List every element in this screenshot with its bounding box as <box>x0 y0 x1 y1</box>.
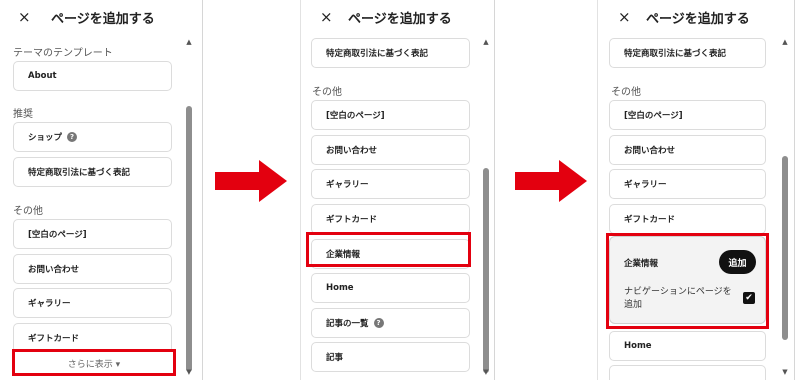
close-icon[interactable]: × <box>320 7 333 27</box>
page-option-label: ショップ <box>28 133 63 143</box>
page-option-giftcard[interactable]: ギフトカード <box>311 204 470 234</box>
section-theme-templates: テーマのテンプレート <box>13 48 113 59</box>
page-option-about[interactable]: About <box>13 61 172 91</box>
page-option-home[interactable]: Home <box>311 273 470 303</box>
scroll-up-icon[interactable]: ▲ <box>482 38 490 46</box>
page-option-commerce-law[interactable]: 特定商取引法に基づく表記 <box>311 38 470 68</box>
page-option-article[interactable]: 記事 <box>311 342 470 372</box>
section-other: その他 <box>611 87 641 98</box>
close-icon[interactable]: × <box>18 7 31 27</box>
highlight-company-info <box>306 232 471 267</box>
panel-title: ページを追加する <box>646 12 750 27</box>
help-icon[interactable]: ? <box>67 132 78 142</box>
show-more-button[interactable]: さらに表示 ▾ <box>12 357 176 370</box>
scrollbar[interactable]: ▲ ▼ <box>482 38 490 376</box>
page-option-next[interactable] <box>609 365 766 380</box>
add-page-panel-step1: × ページを追加する テーマのテンプレート About 推奨 ショップ ? 特定… <box>0 0 203 380</box>
page-option-gallery[interactable]: ギャラリー <box>609 169 766 199</box>
help-icon[interactable]: ? <box>373 318 384 328</box>
arrow-right-icon <box>215 160 287 202</box>
panel-header: × ページを追加する <box>598 0 794 36</box>
scrollbar-thumb[interactable] <box>483 168 489 373</box>
section-recommended: 推奨 <box>13 109 33 120</box>
scrollbar[interactable]: ▲ ▼ <box>781 38 789 376</box>
arrow-right-icon <box>515 160 587 202</box>
page-option-gallery[interactable]: ギャラリー <box>311 169 470 199</box>
page-option-giftcard[interactable]: ギフトカード <box>609 204 766 234</box>
add-page-panel-step3: × ページを追加する 特定商取引法に基づく表記 その他 [空白のページ] お問い… <box>597 0 795 380</box>
page-option-home[interactable]: Home <box>609 331 766 361</box>
add-page-panel-step2: × ページを追加する 特定商取引法に基づく表記 その他 [空白のページ] お問い… <box>300 0 495 380</box>
page-option-contact[interactable]: お問い合わせ <box>13 254 172 284</box>
page-option-contact[interactable]: お問い合わせ <box>609 135 766 165</box>
panel-title: ページを追加する <box>348 12 452 27</box>
page-option-article-list[interactable]: 記事の一覧 ? <box>311 308 470 338</box>
page-option-blank[interactable]: [空白のページ] <box>311 100 470 130</box>
scrollbar[interactable]: ▲ ▼ <box>185 38 193 376</box>
scroll-up-icon[interactable]: ▲ <box>781 38 789 46</box>
highlight-company-info-expanded <box>606 233 769 329</box>
close-icon[interactable]: × <box>618 7 631 27</box>
scroll-down-icon[interactable]: ▼ <box>781 368 789 376</box>
panel-title: ページを追加する <box>51 12 155 27</box>
panel-header: × ページを追加する <box>0 0 202 36</box>
page-option-blank[interactable]: [空白のページ] <box>609 100 766 130</box>
scroll-up-icon[interactable]: ▲ <box>185 38 193 46</box>
section-other: その他 <box>312 87 342 98</box>
panel-header: × ページを追加する <box>301 0 494 36</box>
section-other: その他 <box>13 206 43 217</box>
page-option-blank[interactable]: [空白のページ] <box>13 219 172 249</box>
page-option-contact[interactable]: お問い合わせ <box>311 135 470 165</box>
page-option-shop[interactable]: ショップ ? <box>13 122 172 152</box>
scroll-down-icon[interactable]: ▼ <box>185 368 193 376</box>
page-option-commerce-law[interactable]: 特定商取引法に基づく表記 <box>13 157 172 187</box>
page-option-gallery[interactable]: ギャラリー <box>13 288 172 318</box>
scroll-down-icon[interactable]: ▼ <box>482 368 490 376</box>
page-option-commerce-law[interactable]: 特定商取引法に基づく表記 <box>609 38 766 68</box>
scrollbar-thumb[interactable] <box>186 106 192 372</box>
page-option-label: 記事の一覧 <box>326 319 369 329</box>
scrollbar-thumb[interactable] <box>782 156 788 340</box>
